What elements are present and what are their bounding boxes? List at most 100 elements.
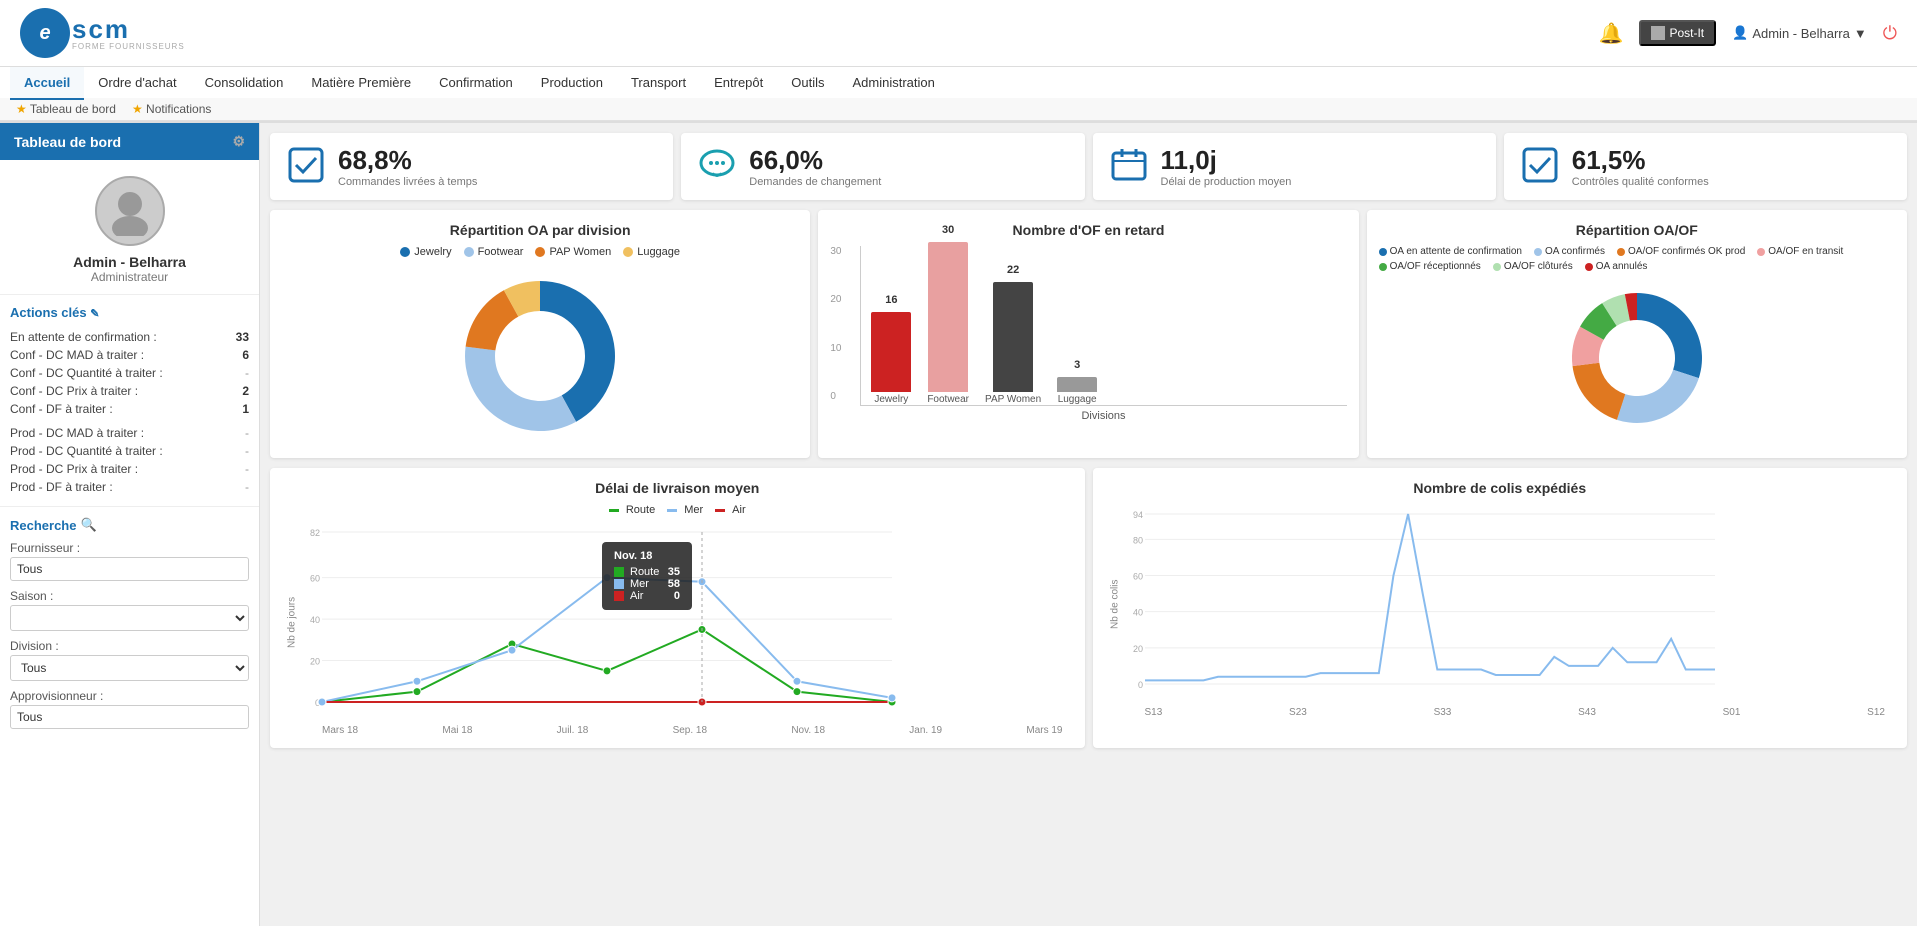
bar-value: 22 bbox=[1007, 264, 1019, 276]
action-row: Prod - DF à traiter :- bbox=[10, 478, 249, 496]
retard-xlabel: Divisions bbox=[860, 410, 1346, 422]
approv-label: Approvisionneur : bbox=[10, 689, 249, 703]
nav-tab-production[interactable]: Production bbox=[527, 67, 617, 100]
action-row: Prod - DC Prix à traiter :- bbox=[10, 460, 249, 478]
action-label: Conf - DF à traiter : bbox=[10, 402, 113, 416]
sidebar-title: Tableau de bord ⚙ bbox=[0, 123, 259, 160]
header-right: 🔔 Post-It 👤 Admin - Belharra ▼ ⏻ bbox=[1599, 20, 1897, 46]
tooltip-row: Route35 bbox=[614, 566, 680, 578]
nav-tab-entrept[interactable]: Entrepôt bbox=[700, 67, 777, 100]
sidebar-title-label: Tableau de bord bbox=[14, 134, 121, 150]
postit-button[interactable]: Post-It bbox=[1639, 20, 1716, 46]
nav-tab-administration[interactable]: Administration bbox=[839, 67, 949, 100]
action-value: 33 bbox=[236, 330, 249, 344]
nav-tab-matirepremire[interactable]: Matière Première bbox=[297, 67, 425, 100]
bar: 30 bbox=[928, 242, 968, 392]
logo-sub: FORME FOURNISSEURS bbox=[72, 42, 185, 51]
colis-svg-container: 02040608094 bbox=[1135, 504, 1896, 707]
bar: 22 bbox=[993, 282, 1033, 392]
livraison-card: Délai de livraison moyen RouteMerAir Nb … bbox=[270, 468, 1085, 748]
action-row: En attente de confirmation : 33 bbox=[10, 328, 249, 346]
admin-menu[interactable]: 👤 Admin - Belharra ▼ bbox=[1732, 25, 1867, 41]
svg-text:60: 60 bbox=[1132, 571, 1142, 581]
svg-text:60: 60 bbox=[310, 574, 320, 584]
bar-value: 30 bbox=[942, 224, 954, 236]
action-value: - bbox=[245, 366, 249, 380]
bar-value: 16 bbox=[885, 294, 897, 306]
livraison-x-labels: Mars 18Mai 18Juil. 18Sep. 18Nov. 18Jan. … bbox=[312, 725, 1073, 736]
legend-item: Mer bbox=[667, 504, 703, 516]
action-label: Prod - DC Prix à traiter : bbox=[10, 462, 138, 476]
oa-donut bbox=[282, 266, 798, 446]
nav-tab-consolidation[interactable]: Consolidation bbox=[191, 67, 298, 100]
edit-icon[interactable]: ✎ bbox=[90, 308, 99, 320]
action-label: Prod - DC MAD à traiter : bbox=[10, 426, 144, 440]
legend-item: Route bbox=[609, 504, 655, 516]
approv-input[interactable] bbox=[10, 705, 249, 729]
tt-color bbox=[614, 591, 624, 601]
chart-row-1: Répartition OA par division JewelryFootw… bbox=[270, 210, 1907, 458]
gear-icon[interactable]: ⚙ bbox=[232, 133, 245, 150]
approv-group: Approvisionneur : bbox=[10, 689, 249, 729]
breadcrumb-item[interactable]: Notifications bbox=[132, 102, 211, 116]
content: 68,8% Commandes livrées à temps 66,0% De… bbox=[260, 123, 1917, 926]
bar-xlabel: PAP Women bbox=[985, 394, 1041, 405]
bar-group: 30 Footwear bbox=[927, 242, 969, 405]
colis-card: Nombre de colis expédiés Nb de colis 020… bbox=[1093, 468, 1908, 748]
tooltip-row: Mer 58 bbox=[614, 578, 680, 590]
action-label: Prod - DF à traiter : bbox=[10, 480, 113, 494]
legend-item: Luggage bbox=[623, 246, 680, 258]
saison-select[interactable] bbox=[10, 605, 249, 631]
chevron-down-icon: ▼ bbox=[1854, 26, 1867, 41]
svg-text:94: 94 bbox=[1132, 510, 1142, 520]
logo: e scm FORME FOURNISSEURS bbox=[20, 8, 185, 58]
oaof-donut bbox=[1379, 278, 1895, 438]
oaof-legend: OA en attente de confirmationOA confirmé… bbox=[1379, 246, 1895, 272]
action-row: Prod - DC Quantité à traiter :- bbox=[10, 442, 249, 460]
fournisseur-group: Fournisseur : bbox=[10, 541, 249, 581]
kpi-card-1: 66,0% Demandes de changement bbox=[681, 133, 1084, 200]
power-icon[interactable]: ⏻ bbox=[1883, 23, 1897, 44]
nav-tab-ordredachat[interactable]: Ordre d'achat bbox=[84, 67, 190, 100]
bar-xlabel: Luggage bbox=[1058, 394, 1097, 405]
tt-color bbox=[614, 567, 624, 577]
retard-card: Nombre d'OF en retard 30 20 10 0 16 Jewe… bbox=[818, 210, 1358, 458]
kpi-icon-3 bbox=[1520, 145, 1560, 188]
kpi-value-2: 11,0j bbox=[1161, 145, 1292, 176]
sidebar-avatar: Admin - Belharra Administrateur bbox=[0, 160, 259, 295]
fournisseur-input[interactable] bbox=[10, 557, 249, 581]
tt-color bbox=[614, 579, 624, 589]
legend-item: Jewelry bbox=[400, 246, 451, 258]
division-select[interactable]: Tous bbox=[10, 655, 249, 681]
colis-x-labels: S13S23S33S43S01S12 bbox=[1135, 707, 1896, 718]
nav-tab-transport[interactable]: Transport bbox=[617, 67, 700, 100]
tt-value: 58 bbox=[668, 578, 680, 590]
oaof-legend-item: OA en attente de confirmation bbox=[1379, 246, 1522, 257]
kpi-text-3: 61,5% Contrôles qualité conformes bbox=[1572, 145, 1709, 188]
nav-tabs: AccueilOrdre d'achatConsolidationMatière… bbox=[0, 67, 1917, 98]
retard-title: Nombre d'OF en retard bbox=[830, 222, 1346, 238]
logo-name: scm bbox=[72, 16, 185, 42]
bar-group: 3 Luggage bbox=[1057, 377, 1097, 405]
nav-tab-outils[interactable]: Outils bbox=[777, 67, 838, 100]
nav-tab-accueil[interactable]: Accueil bbox=[10, 67, 84, 100]
kpi-card-2: 11,0j Délai de production moyen bbox=[1093, 133, 1496, 200]
search-section: Recherche 🔍 Fournisseur : Saison : Divis… bbox=[0, 507, 259, 747]
livraison-legend: RouteMerAir bbox=[282, 504, 1073, 516]
oa-division-title: Répartition OA par division bbox=[282, 222, 798, 238]
division-label: Division : bbox=[10, 639, 249, 653]
action-label: En attente de confirmation : bbox=[10, 330, 157, 344]
oaof-title: Répartition OA/OF bbox=[1379, 222, 1895, 238]
bell-icon[interactable]: 🔔 bbox=[1599, 21, 1624, 46]
avatar bbox=[95, 176, 165, 246]
nav-tab-confirmation[interactable]: Confirmation bbox=[425, 67, 527, 100]
bar-group: 16 Jewelry bbox=[871, 312, 911, 405]
search-title: Recherche 🔍 bbox=[10, 517, 249, 533]
bar: 16 bbox=[871, 312, 911, 392]
tt-label: Mer bbox=[630, 578, 649, 590]
breadcrumb-item[interactable]: Tableau de bord bbox=[16, 102, 116, 116]
action-value: 2 bbox=[242, 384, 249, 398]
svg-text:20: 20 bbox=[1132, 644, 1142, 654]
kpi-text-2: 11,0j Délai de production moyen bbox=[1161, 145, 1292, 188]
sidebar-username: Admin - Belharra bbox=[73, 254, 186, 270]
